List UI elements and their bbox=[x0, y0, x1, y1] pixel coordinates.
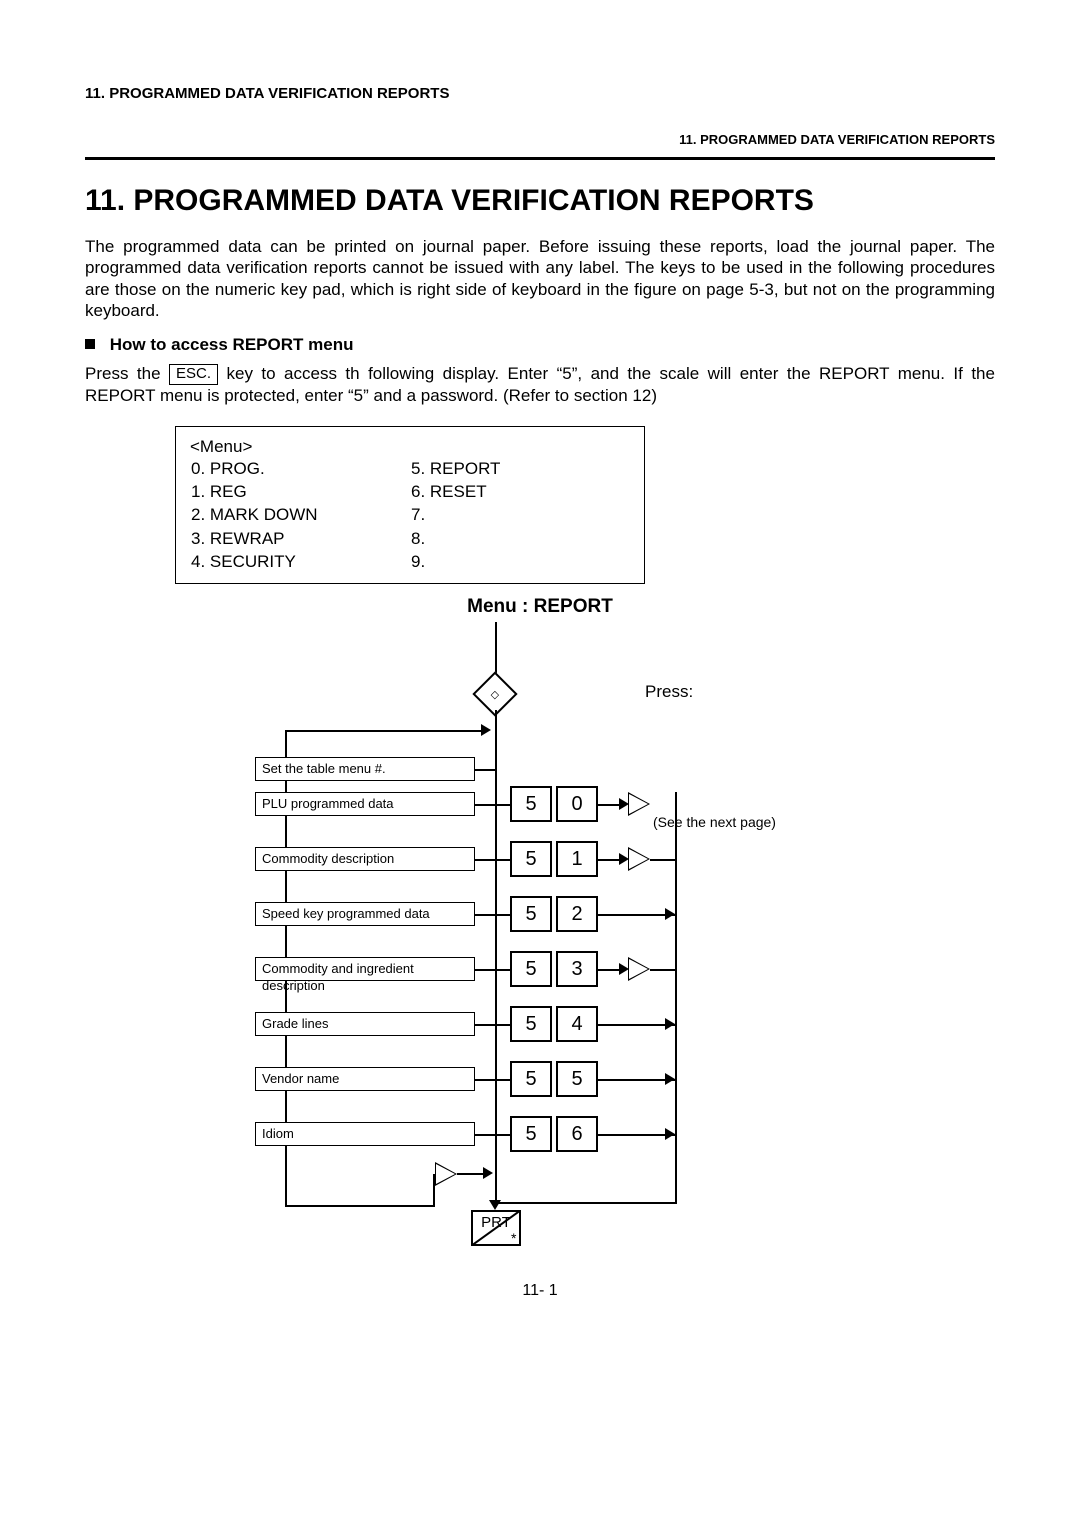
press-paragraph: Press the ESC. key to access th followin… bbox=[85, 363, 995, 406]
key-5: 5 bbox=[510, 786, 552, 822]
esc-keycap: ESC. bbox=[169, 364, 218, 385]
row-1-box: PLU programmed data bbox=[255, 792, 475, 816]
row-3-box: Speed key programmed data bbox=[255, 902, 475, 926]
u-key-1: u bbox=[628, 792, 650, 816]
v-key: v bbox=[435, 1162, 457, 1186]
arrow-down-icon bbox=[489, 1200, 501, 1210]
row-6-box: Vendor name bbox=[255, 1067, 475, 1091]
header-rule bbox=[85, 157, 995, 160]
u-key-2: u bbox=[628, 847, 650, 871]
row-4-box: Commodity and ingredient description bbox=[255, 957, 475, 981]
prt-star: * bbox=[511, 1230, 516, 1246]
subhead-text: How to access REPORT menu bbox=[110, 335, 354, 354]
bullet-square-icon bbox=[85, 339, 95, 349]
page-title: 11. PROGRAMMED DATA VERIFICATION REPORTS bbox=[85, 184, 995, 218]
row-5-box: Grade lines bbox=[255, 1012, 475, 1036]
page-number: 11- 1 bbox=[85, 1282, 995, 1300]
header-left: 11. PROGRAMMED DATA VERIFICATION REPORTS bbox=[85, 85, 995, 102]
menu-header: <Menu> bbox=[190, 437, 630, 457]
press-label: Press: bbox=[645, 682, 693, 702]
subhead: How to access REPORT menu bbox=[85, 335, 995, 355]
row-0-box: Set the table menu #. bbox=[255, 757, 475, 781]
menu-display: <Menu> 0. PROG.5. REPORT 1. REG6. RESET … bbox=[175, 426, 645, 584]
intro-text: The programmed data can be printed on jo… bbox=[85, 236, 995, 321]
see-next-label: (See the next page) bbox=[653, 814, 776, 830]
row-2-box: Commodity description bbox=[255, 847, 475, 871]
key-5b: 5 bbox=[510, 841, 552, 877]
row-7-box: Idiom bbox=[255, 1122, 475, 1146]
flow-chart: ◇ Press: Set the table menu #. PLU progr… bbox=[175, 622, 875, 1242]
header-right: 11. PROGRAMMED DATA VERIFICATION REPORTS bbox=[85, 132, 995, 147]
start-node: ◇ bbox=[479, 678, 511, 710]
key-1: 1 bbox=[556, 841, 598, 877]
flow-title: Menu : REPORT bbox=[85, 596, 995, 618]
key-0: 0 bbox=[556, 786, 598, 822]
u-key-4: u bbox=[628, 957, 650, 981]
